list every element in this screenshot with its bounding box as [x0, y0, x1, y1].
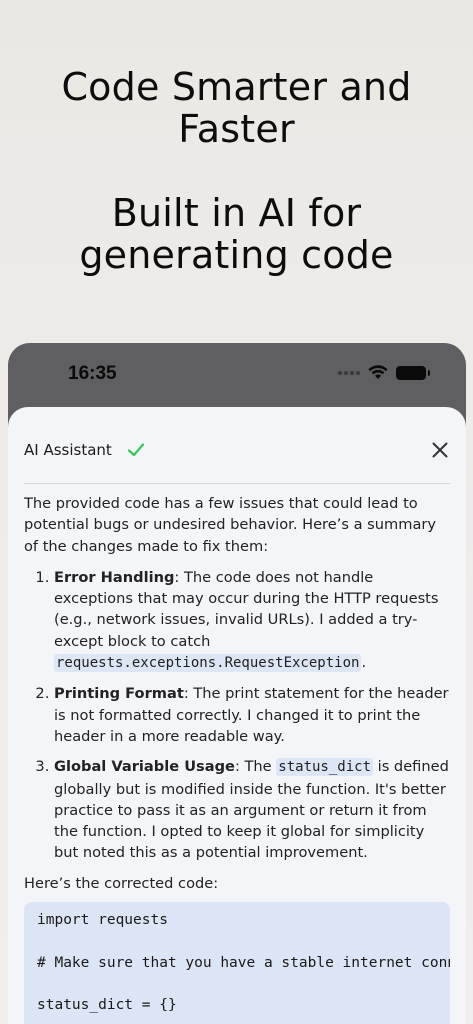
promo-headline: Code Smarter and Faster: [61, 65, 412, 151]
assistant-response: The provided code has a few issues that …: [24, 493, 450, 1024]
item-heading: Printing Format: [54, 685, 184, 703]
phone-frame: 16:35 AI Assistant The provided code has…: [8, 343, 466, 1024]
inline-code: status_dict: [276, 758, 373, 777]
signal-icon: [338, 370, 360, 375]
item-text-end: .: [361, 654, 367, 672]
close-icon[interactable]: [430, 440, 450, 460]
code-block[interactable]: import requests # Make sure that you have…: [24, 902, 450, 1024]
sheet-header: AI Assistant: [24, 437, 450, 463]
status-time: 16:35: [68, 363, 117, 384]
wifi-icon: [368, 365, 388, 379]
battery-icon: [396, 365, 430, 380]
changes-list: Error Handling: The code does not handle…: [24, 567, 450, 864]
checkmark-icon: [127, 443, 144, 457]
code-line: # Make sure that you have a stable inter…: [37, 954, 450, 971]
code-line: import requests: [37, 912, 168, 929]
status-icons: [338, 365, 430, 380]
header-divider: [24, 483, 450, 484]
list-item: Error Handling: The code does not handle…: [54, 567, 450, 674]
item-text-start: : The: [234, 758, 277, 776]
assistant-sheet: AI Assistant The provided code has a few…: [8, 407, 466, 1024]
sheet-title: AI Assistant: [24, 441, 112, 459]
promo-text: Code Smarter and Faster Built in AI for …: [0, 66, 473, 276]
list-item: Printing Format: The print statement for…: [54, 683, 450, 747]
corrected-code-label: Here’s the corrected code:: [24, 874, 219, 892]
code-line: status_dict = {}: [37, 997, 177, 1014]
response-intro: The provided code has a few issues that …: [24, 495, 437, 555]
list-item: Global Variable Usage: The status_dict i…: [54, 756, 450, 863]
item-heading: Global Variable Usage: [54, 758, 235, 776]
inline-code: requests.exceptions.RequestException: [54, 654, 362, 673]
item-heading: Error Handling: [54, 568, 175, 586]
promo-subheadline: Built in AI for generating code: [79, 191, 394, 277]
